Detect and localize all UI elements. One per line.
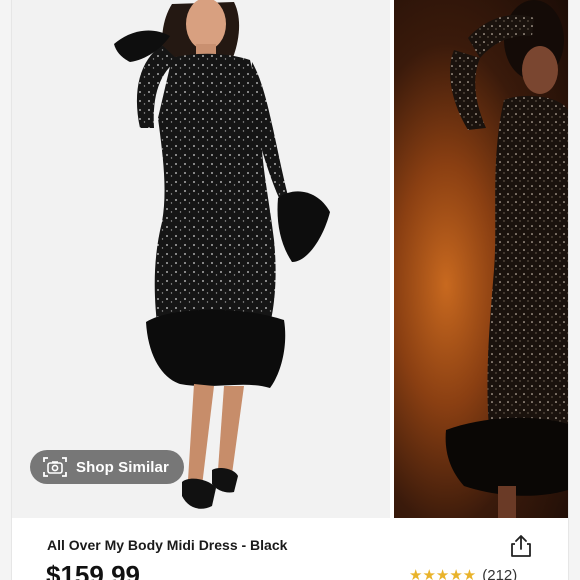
model-illustration	[12, 0, 390, 518]
product-rating[interactable]: ★★★★★ (212)	[409, 566, 517, 580]
shop-similar-button[interactable]: Shop Similar	[30, 450, 184, 484]
product-photo-main[interactable]	[12, 0, 390, 518]
review-count: (212)	[482, 566, 518, 580]
product-photo-secondary[interactable]	[394, 0, 568, 518]
share-icon[interactable]	[510, 534, 532, 558]
right-frame	[568, 0, 580, 580]
rating-stars-icon: ★★★★★	[409, 567, 477, 580]
camera-scan-icon	[43, 457, 67, 477]
product-title: All Over My Body Midi Dress - Black	[47, 537, 288, 553]
product-price: $159.99	[46, 560, 140, 580]
left-frame	[0, 0, 12, 580]
product-image-gallery[interactable]: Shop Similar	[12, 0, 568, 518]
product-info: All Over My Body Midi Dress - Black $159…	[12, 518, 568, 580]
model-illustration-secondary	[445, 0, 568, 518]
shop-similar-label: Shop Similar	[76, 458, 169, 476]
